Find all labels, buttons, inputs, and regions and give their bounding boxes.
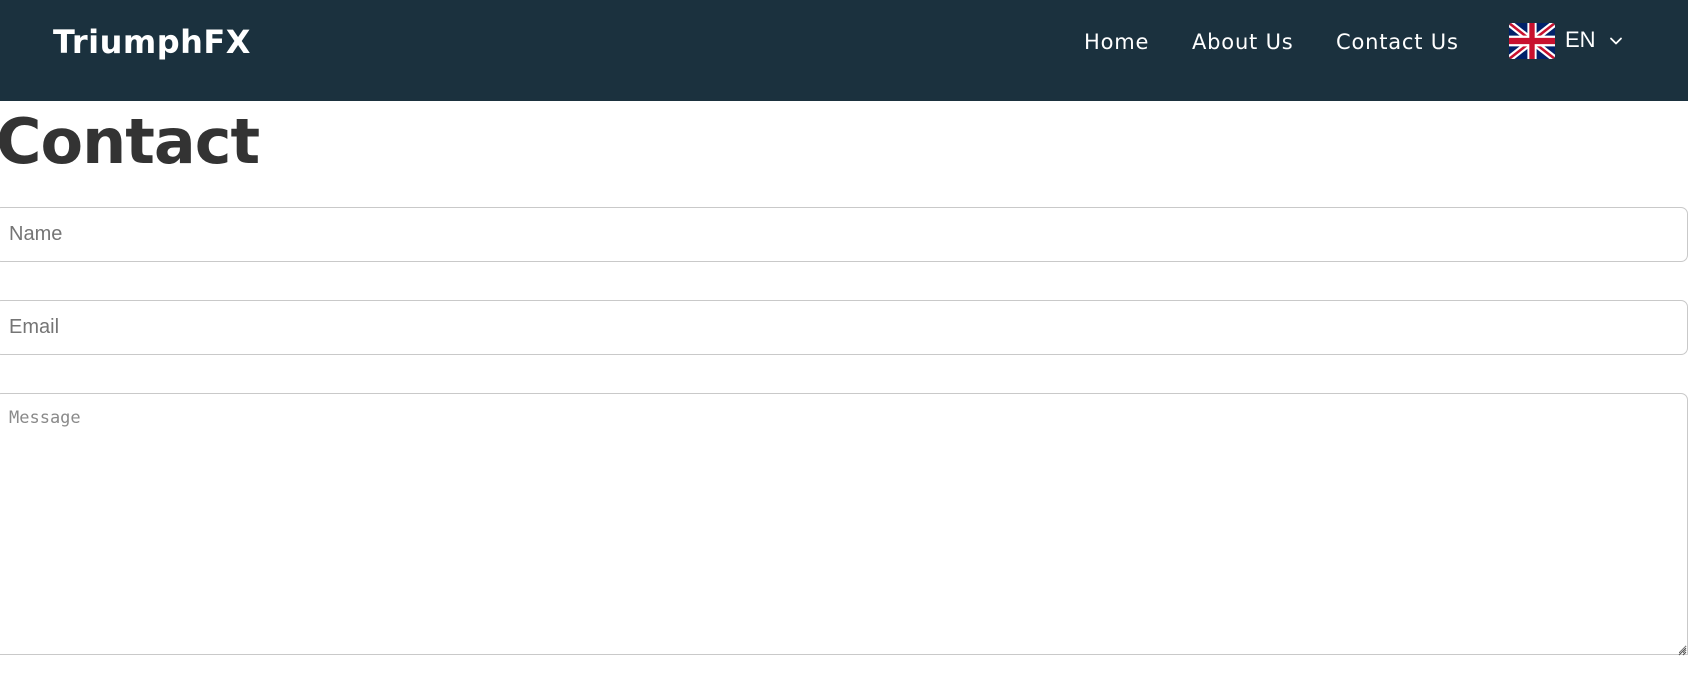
message-textarea[interactable] (0, 393, 1688, 655)
chevron-down-icon[interactable] (1609, 33, 1623, 47)
uk-flag-icon (1509, 23, 1555, 59)
email-input[interactable] (0, 300, 1688, 355)
nav-link-about-us[interactable]: About Us (1192, 28, 1293, 56)
brand-logo[interactable]: TriumphFX (53, 22, 251, 62)
name-input[interactable] (0, 207, 1688, 262)
resize-handle-icon[interactable] (1675, 641, 1687, 656)
nav-link-contact-us[interactable]: Contact Us (1336, 28, 1459, 56)
language-selector[interactable]: EN (1509, 23, 1624, 59)
nav-link-home[interactable]: Home (1084, 28, 1149, 56)
language-code: EN (1565, 27, 1596, 52)
top-navigation-bar: TriumphFX Home About Us Contact Us EN (0, 0, 1688, 101)
page-title: Contact (0, 105, 260, 178)
